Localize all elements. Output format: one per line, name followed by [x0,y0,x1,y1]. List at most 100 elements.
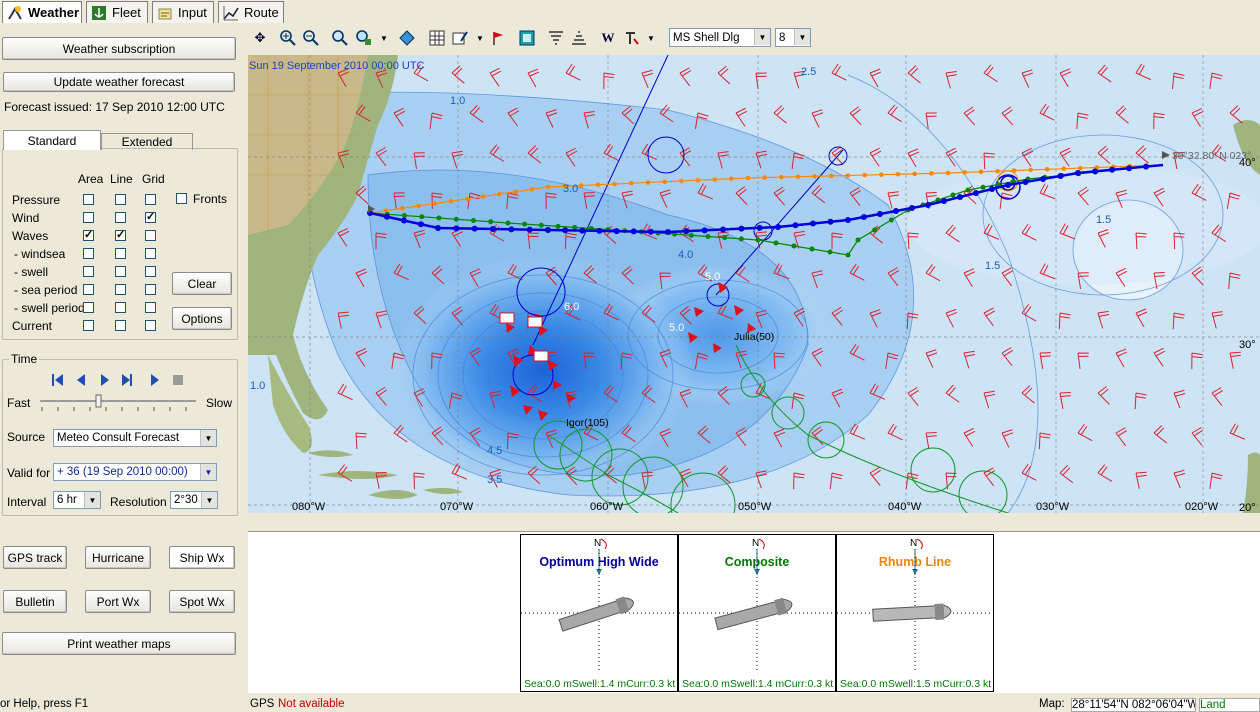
spot-wx-button[interactable]: Spot Wx [169,590,235,613]
waypoint [909,205,915,211]
wind-area-checkbox[interactable] [83,212,94,223]
fronts-checkbox[interactable] [176,193,187,204]
longitude-label: 070°W [440,501,474,513]
text-style-icon[interactable] [621,28,641,48]
pressure-area-checkbox[interactable] [83,194,94,205]
waypoint [872,227,878,233]
align-bottom-icon[interactable] [569,28,589,48]
current-area-checkbox[interactable] [83,320,94,331]
speed-slider[interactable] [38,393,200,413]
row-waves: Waves [12,229,49,243]
waypoint [978,169,984,175]
waves-line-checkbox[interactable]: ✓ [115,230,126,241]
waypoint [432,201,438,206]
swell-grid-checkbox[interactable] [145,266,156,277]
windsea-line-checkbox[interactable] [115,248,126,259]
grid-icon[interactable] [427,28,447,48]
zoom-preset-icon[interactable] [354,28,374,48]
pressure-grid-checkbox[interactable] [145,194,156,205]
current-grid-checkbox[interactable] [145,320,156,331]
status-bar: or Help, press F1 GPS Not available Map:… [0,697,1260,712]
pan-icon[interactable]: ✥ [250,28,270,48]
port-wx-button[interactable]: Port Wx [85,590,151,613]
interval-select[interactable]: 6 hr ▼ [53,491,101,509]
windsea-grid-checkbox[interactable] [145,248,156,259]
waypoint [845,173,851,178]
layer-edit-icon[interactable] [450,28,470,48]
previous-frame-button[interactable] [74,372,90,388]
resolution-select[interactable]: 2°30 ▼ [170,491,218,509]
wind-line-checkbox[interactable] [115,212,126,223]
last-frame-button[interactable] [120,372,136,388]
tab-standard[interactable]: Standard [3,130,101,150]
waypoint [488,219,494,225]
windsea-area-checkbox[interactable] [83,248,94,259]
bulletin-button[interactable]: Bulletin [3,590,67,613]
play-button[interactable] [148,372,164,388]
clear-button[interactable]: Clear [172,272,232,295]
tab-fleet[interactable]: Fleet [86,1,148,23]
sea-period-area-checkbox[interactable] [83,284,94,295]
chevron-down-icon[interactable]: ▼ [641,28,661,48]
waypoint [722,235,728,241]
waypoint [950,192,956,198]
swell-area-checkbox[interactable] [83,266,94,277]
swell-period-grid-checkbox[interactable] [145,302,156,313]
tab-weather[interactable]: Weather [2,1,82,23]
font-name-select[interactable]: MS Shell Dlg ▼ [669,28,771,47]
contour-label: 3.0 [563,183,578,195]
swell-period-line-checkbox[interactable] [115,302,126,313]
chevron-down-icon[interactable]: ▼ [470,28,490,48]
polar-box-composite[interactable]: Composite N Sea:0.0 mSwell:1.4 mCurr:0.3… [678,534,836,692]
swell-line-checkbox[interactable] [115,266,126,277]
waypoint [1109,166,1115,173]
align-top-icon[interactable] [546,28,566,48]
zoom-area-icon[interactable] [330,28,350,48]
waypoint [529,187,535,192]
sea-period-grid-checkbox[interactable] [145,284,156,295]
row-windsea: - windsea [14,247,66,261]
zoom-out-icon[interactable] [301,28,321,48]
flag-icon[interactable] [488,28,508,48]
stop-button[interactable] [171,372,187,388]
ship-wx-button[interactable]: Ship Wx [169,546,235,569]
waypoint [729,176,734,182]
longitude-label: 040°W [888,501,922,513]
pane-splitter[interactable] [248,515,1260,529]
tab-input[interactable]: Input [152,1,214,23]
hurricane-button[interactable]: Hurricane [85,546,151,569]
weather-map[interactable]: 2.5 3.0 4.0 5.0 5.0 6.0 3.5 4.5 1.5 1.5 … [248,55,1260,513]
weather-subscription-button[interactable]: Weather subscription [2,37,236,60]
update-forecast-button[interactable]: Update weather forecast [3,72,235,92]
bold-text-icon[interactable]: W [598,28,618,48]
waypoint [980,184,986,190]
frame-icon[interactable] [517,28,537,48]
tab-extended[interactable]: Extended [101,133,193,150]
gps-track-button[interactable]: GPS track [3,546,67,569]
waypoint [400,205,405,211]
pressure-line-checkbox[interactable] [115,194,126,205]
waypoint [762,175,767,180]
next-frame-button[interactable] [97,372,113,388]
swell-period-area-checkbox[interactable] [83,302,94,313]
waves-area-checkbox[interactable]: ✓ [83,230,94,241]
sea-period-line-checkbox[interactable] [115,284,126,295]
zoom-in-icon[interactable] [278,28,298,48]
print-weather-maps-button[interactable]: Print weather maps [2,632,236,655]
current-line-checkbox[interactable] [115,320,126,331]
polar-box-optimum[interactable]: Optimum High Wide N Sea:0.0 mSwell:1.4 m… [520,534,678,692]
polar-box-rhumb-line[interactable]: Rhumb Line N Sea:0.0 mSwell:1.5 mCurr:0.… [836,534,994,692]
chevron-down-icon[interactable]: ▼ [374,28,394,48]
waves-grid-checkbox[interactable] [145,230,156,241]
options-button[interactable]: Options [172,307,232,330]
source-select[interactable]: Meteo Consult Forecast ▼ [53,429,217,447]
first-frame-button[interactable] [50,372,66,388]
wind-grid-checkbox[interactable]: ✓ [145,212,156,223]
weather-icon [7,5,23,21]
valid-for-select[interactable]: + 36 (19 Sep 2010 00:00) ▼ [53,463,217,481]
waypoint [555,223,561,229]
globe-icon[interactable] [397,28,417,48]
tab-route[interactable]: Route [218,1,284,23]
font-size-select[interactable]: 8 ▼ [775,28,811,47]
chevron-down-icon: ▼ [84,492,100,508]
